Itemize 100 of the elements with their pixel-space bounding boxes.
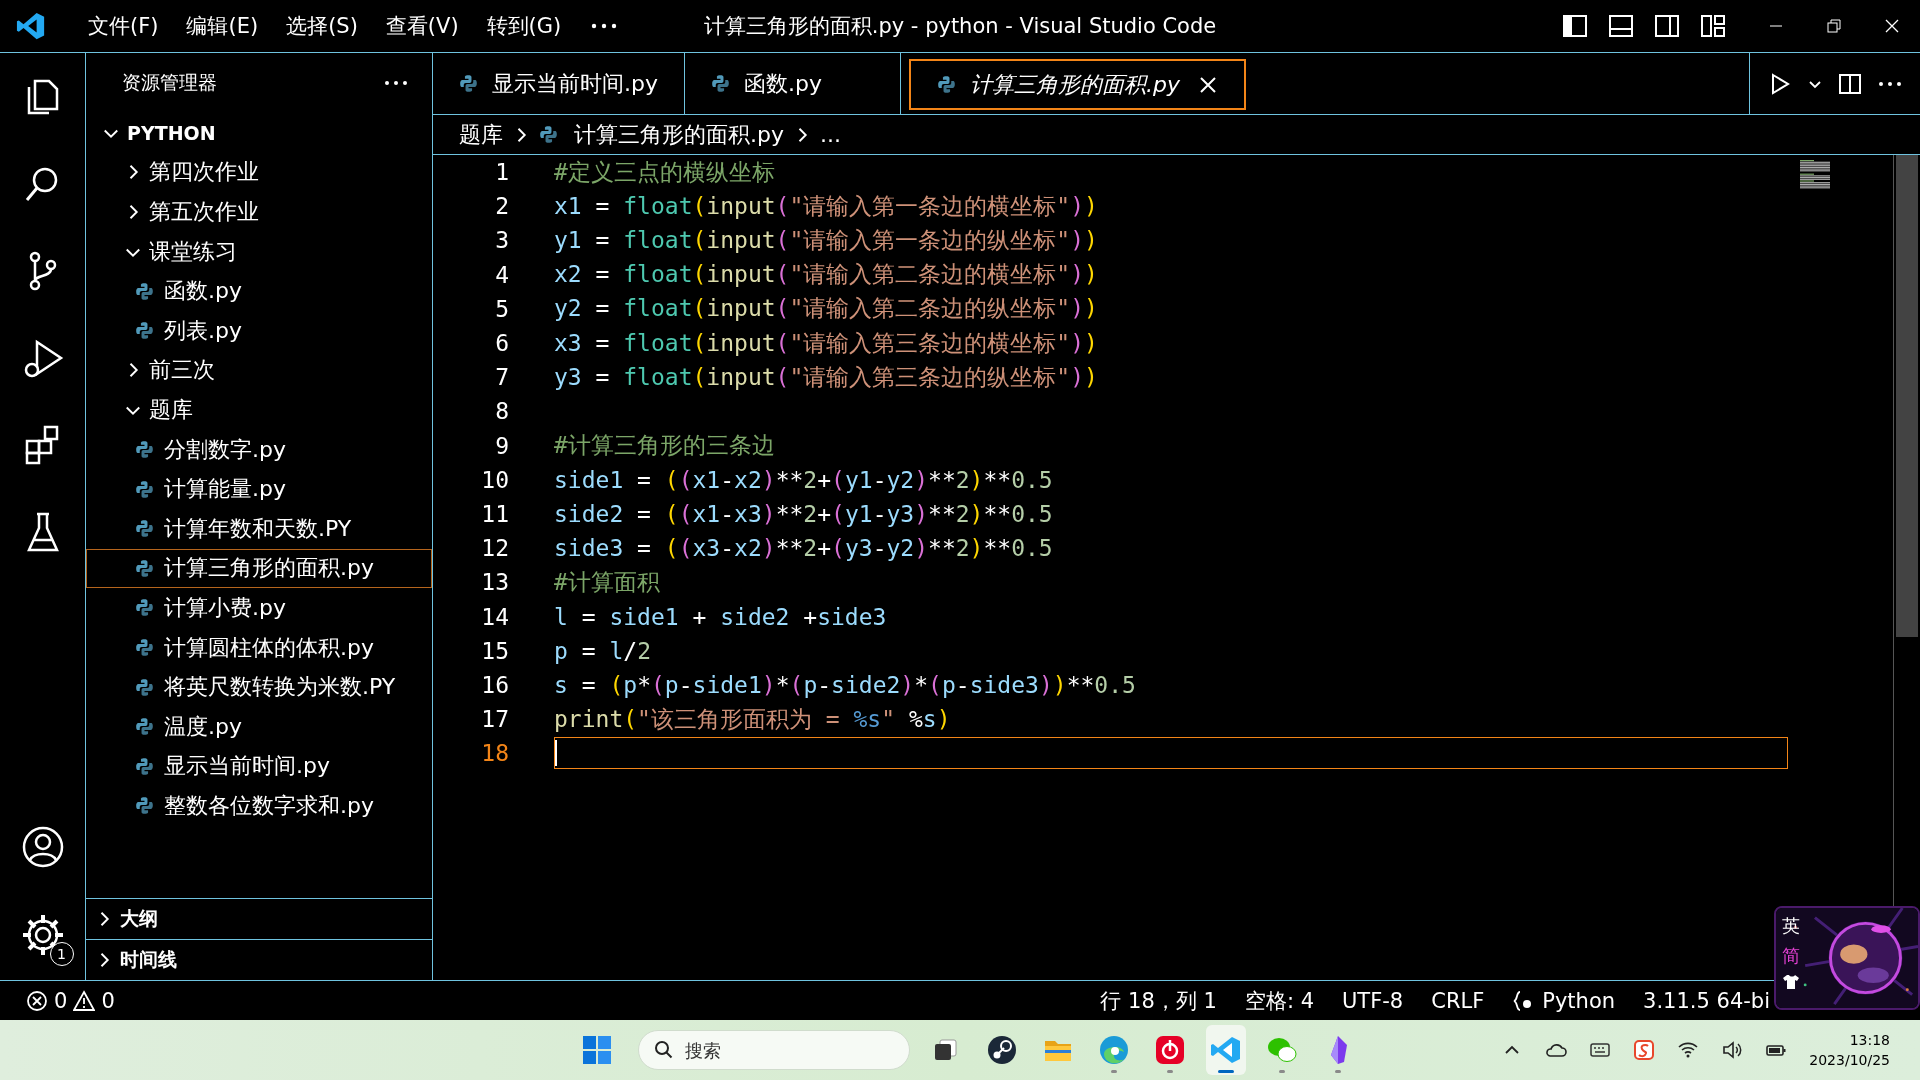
script-mode-label[interactable]: 简 — [1782, 944, 1800, 968]
clock-date[interactable]: 2023/10/25 — [1809, 1050, 1890, 1070]
file-icon — [135, 756, 154, 776]
line-number: 7 — [494, 364, 509, 391]
file-item[interactable]: 计算小费.py — [86, 588, 432, 628]
warning-count[interactable]: 0 — [101, 988, 115, 1013]
line-number: 4 — [494, 261, 509, 288]
file-item[interactable]: 整数各位数字求和.py — [86, 786, 432, 826]
error-icon — [26, 989, 48, 1012]
file-name: 温度.py — [164, 712, 242, 741]
code-line: s = (p*(p-side1)*(p-side2)*(p-side3))**0.5 — [554, 671, 1136, 698]
file-item[interactable]: 列表.py — [86, 310, 432, 351]
language-mode[interactable]: Python — [1542, 988, 1616, 1013]
file-name: 计算圆柱体的体积.py — [164, 633, 374, 662]
line-number: 13 — [480, 569, 509, 596]
file-icon — [135, 321, 154, 341]
error-count[interactable]: 0 — [54, 988, 68, 1013]
interpreter-version[interactable]: 3.11.5 64-bi — [1643, 988, 1770, 1013]
more-icon[interactable] — [591, 22, 618, 30]
close-icon[interactable] — [1197, 74, 1218, 95]
folder-item[interactable]: 第四次作业 — [86, 152, 432, 193]
editor-tab[interactable]: 计算三角形的面积.py — [909, 59, 1246, 110]
folder-name: 第四次作业 — [149, 158, 259, 187]
section-title: 大纲 — [120, 906, 158, 931]
line-number: 15 — [480, 637, 509, 664]
code-line: p = l/2 — [554, 637, 651, 664]
browser-icon — [1098, 1034, 1130, 1066]
line-number: 14 — [480, 603, 509, 630]
file-icon — [539, 125, 558, 144]
folder-item[interactable]: PYTHON — [86, 113, 432, 153]
layout-icon[interactable] — [1700, 13, 1726, 39]
folder-item[interactable]: 题库 — [86, 390, 432, 430]
scrollbar-thumb[interactable] — [1896, 155, 1918, 637]
code-line: x2 = float(input("请输入第二条边的横坐标")) — [554, 260, 1098, 290]
file-name: 分割数字.py — [164, 435, 286, 464]
code-line: y1 = float(input("请输入第一条边的纵坐标")) — [554, 225, 1098, 255]
code-line: side3 = ((x3-x2)**2+(y3-y2)**2)**0.5 — [554, 535, 1053, 562]
secondary-sidebar-icon[interactable] — [1654, 13, 1680, 39]
folder-name: 第五次作业 — [149, 198, 259, 226]
line-number: 16 — [480, 671, 509, 698]
file-item[interactable]: 温度.py — [86, 706, 432, 747]
shirt-icon[interactable] — [1782, 974, 1800, 990]
line-number: 2 — [494, 193, 509, 220]
warning-icon — [73, 989, 96, 1012]
menu-item[interactable]: 查看(V) — [371, 6, 473, 46]
volume-icon[interactable] — [1721, 1039, 1744, 1061]
status-item[interactable]: 空格: 4 — [1244, 986, 1314, 1015]
code-line: #计算三角形的三条边 — [554, 431, 775, 461]
app-logo-icon — [16, 11, 46, 41]
breadcrumb-item[interactable]: ... — [820, 122, 841, 147]
menu-item[interactable]: 转到(G) — [472, 6, 576, 46]
start-icon[interactable] — [582, 1035, 612, 1065]
menu-item[interactable]: 文件(F) — [74, 6, 173, 46]
restore-icon[interactable] — [1826, 18, 1842, 34]
file-icon — [135, 519, 154, 539]
folder-item[interactable]: 前三次 — [86, 350, 432, 391]
menu-item[interactable]: 编辑(E) — [172, 6, 273, 46]
folder-name: PYTHON — [127, 121, 216, 144]
line-number: 12 — [480, 535, 509, 562]
account-icon[interactable] — [20, 825, 65, 869]
line-number: 10 — [480, 466, 509, 493]
section-header[interactable]: 时间线 — [86, 939, 432, 980]
clock-time[interactable]: 13:18 — [1849, 1030, 1890, 1050]
file-icon — [135, 598, 154, 618]
folder-item[interactable]: 课堂练习 — [86, 231, 432, 272]
input-method-icon[interactable] — [1633, 1039, 1656, 1061]
status-item[interactable]: 行 18，列 1 — [1100, 986, 1217, 1015]
file-item[interactable]: 显示当前时间.py — [86, 746, 432, 787]
file-item[interactable]: 计算年数和天数.PY — [86, 508, 432, 549]
file-item[interactable]: 计算能量.py — [86, 469, 432, 509]
close-icon[interactable] — [1884, 18, 1900, 34]
status-item[interactable]: UTF-8 — [1342, 988, 1404, 1013]
line-number: 5 — [494, 295, 509, 322]
file-item[interactable]: 分割数字.py — [86, 429, 432, 470]
folder-name: 题库 — [149, 395, 193, 424]
file-icon — [135, 558, 154, 578]
more-icon[interactable] — [384, 80, 408, 86]
file-icon — [459, 74, 478, 93]
folder-item[interactable]: 第五次作业 — [86, 192, 432, 232]
file-icon — [135, 677, 154, 697]
sidebar-toggle-icon[interactable] — [1562, 13, 1588, 39]
file-item[interactable]: 计算三角形的面积.py — [86, 548, 432, 589]
file-item[interactable]: 将英尺数转换为米数.PY — [86, 667, 432, 707]
search-field[interactable]: 搜索 — [638, 1030, 910, 1070]
breadcrumb-item[interactable]: 计算三角形的面积.py — [574, 119, 784, 150]
code-line: y2 = float(input("请输入第二条边的纵坐标")) — [554, 294, 1098, 324]
code-line: x3 = float(input("请输入第三条边的横坐标")) — [554, 328, 1098, 358]
file-name: 整数各位数字求和.py — [164, 791, 374, 820]
file-name: 计算能量.py — [164, 475, 286, 504]
file-item[interactable]: 计算圆柱体的体积.py — [86, 627, 432, 668]
menu-item[interactable]: 选择(S) — [272, 6, 372, 46]
input-mode-label[interactable]: 英 — [1782, 914, 1800, 938]
search-icon — [654, 1040, 674, 1060]
split-editor-icon[interactable] — [1838, 71, 1862, 96]
folder-name: 课堂练习 — [149, 237, 237, 266]
panel-toggle-icon[interactable] — [1608, 13, 1634, 39]
file-item[interactable]: 函数.py — [86, 271, 432, 311]
breadcrumb-item[interactable]: 题库 — [459, 119, 503, 150]
section-header[interactable]: 大纲 — [86, 898, 432, 939]
status-item[interactable]: CRLF — [1431, 988, 1485, 1013]
